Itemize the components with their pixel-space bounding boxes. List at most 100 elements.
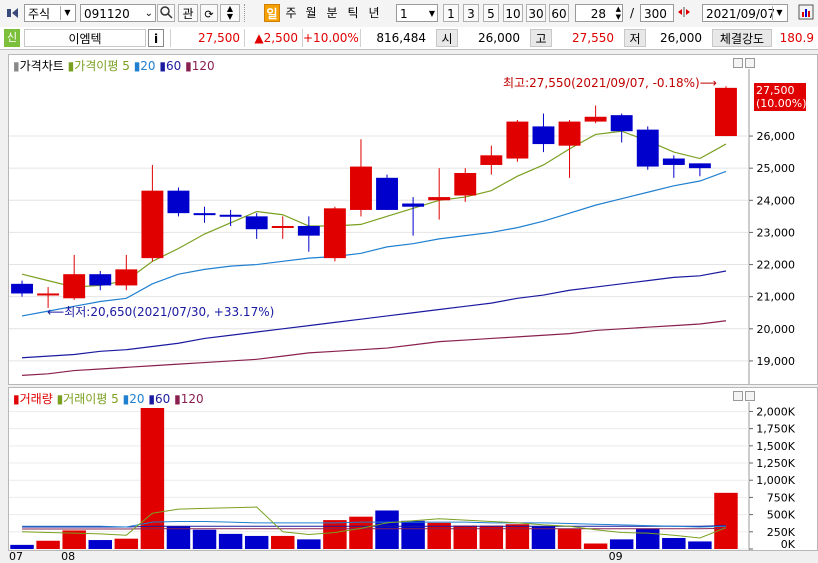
candle-body	[89, 274, 112, 286]
volume-bar	[36, 540, 60, 549]
current-price: 27,500	[170, 29, 244, 47]
arrow-left-icon: ⟵	[47, 305, 65, 319]
chart-icon	[798, 4, 814, 20]
bars-total-input[interactable]: 300	[640, 4, 674, 22]
period-tab-tick[interactable]: 틱	[346, 4, 360, 22]
chart-settings-button[interactable]	[798, 4, 816, 22]
y-tick-label: 1,500K	[756, 440, 795, 453]
last-price: 27,500	[756, 84, 795, 97]
y-tick-label: 22,000	[757, 259, 796, 272]
candle-body	[37, 293, 60, 296]
volume-bar	[531, 526, 556, 549]
y-tick-label: 25,000	[757, 162, 796, 175]
bars-shown-input[interactable]: 28 ▲ ▼	[575, 4, 623, 22]
menu-icon[interactable]	[6, 4, 20, 22]
count-5-button[interactable]: 5	[483, 4, 499, 22]
price-chart-panel: ▮가격차트 ▮가격이평 5 ▮20 ▮60 ▮120 19,000 20,000 2…	[8, 54, 818, 385]
volume-bar	[166, 526, 191, 549]
count-10-button[interactable]: 10	[503, 4, 523, 22]
count-3-button[interactable]: 3	[463, 4, 479, 22]
market-select[interactable]: 주식 ▼	[24, 4, 76, 22]
high-value: 27,550	[572, 31, 614, 45]
period-tab-minute[interactable]: 분	[325, 4, 339, 22]
chevron-down-icon[interactable]: ▼	[772, 6, 786, 20]
min-price-text: 최저:20,650(2021/07/30, +33.17%)	[64, 305, 275, 319]
y-tick-label: 750K	[767, 491, 796, 504]
chevron-down-icon[interactable]: ▼	[429, 5, 435, 23]
toolbar: 주식 ▼ 091120 ⌄ 관 ⟳ ▲ ▼ 일 주 월 분 틱 년 1 ▼ 1 3…	[0, 0, 818, 28]
candle-body	[558, 121, 581, 146]
volume-bar	[297, 539, 321, 549]
stock-name[interactable]: 이엠텍	[24, 29, 146, 47]
volume-bar	[557, 529, 582, 549]
strength-value: 180.9	[779, 31, 814, 45]
interval-value: 1	[400, 7, 408, 21]
count-1-button[interactable]: 1	[443, 4, 459, 22]
volume-bar	[10, 544, 34, 549]
period-tab-week[interactable]: 주	[284, 4, 298, 22]
separator	[244, 4, 246, 22]
info-button[interactable]: i	[148, 29, 164, 47]
candle-body	[115, 269, 138, 286]
interval-select[interactable]: 1 ▼	[396, 4, 438, 22]
candle-body	[506, 121, 529, 159]
volume-bar	[505, 524, 530, 549]
y-tick-label: 19,000	[757, 355, 796, 368]
spinner-icon: ▲ ▼	[226, 4, 234, 21]
period-tab-month[interactable]: 월	[304, 4, 318, 22]
volume-bar	[244, 535, 269, 549]
price-ma20-line	[21, 170, 727, 317]
credit-badge: 신	[4, 29, 20, 47]
candle-body	[480, 155, 503, 165]
last-price-tag: 27,500 (10.00%)	[754, 83, 807, 111]
volume-bar	[192, 529, 217, 549]
order-spinner[interactable]: ▲ ▼	[220, 4, 240, 22]
bars-toggle-button[interactable]	[676, 4, 696, 22]
y-tick-label: 0K	[781, 538, 796, 550]
candle-body	[584, 116, 607, 122]
volume-ma120-line	[22, 527, 726, 530]
price-chart[interactable]: 19,000 20,000 21,000 22,000 23,000 24,000 25,0…	[9, 55, 817, 384]
volume-bar	[218, 533, 243, 549]
expand-icon	[678, 7, 690, 17]
candle-body	[323, 208, 346, 259]
high-label: 고	[530, 29, 552, 47]
volume-bar	[375, 510, 399, 549]
volume-bar	[688, 541, 712, 549]
volume-bar	[401, 520, 425, 549]
volume-value: 816,484	[360, 29, 430, 47]
period-tab-day[interactable]: 일	[264, 4, 280, 22]
volume-bar	[714, 492, 738, 549]
period-tab-year[interactable]: 년	[367, 4, 381, 22]
code-input[interactable]: 091120 ⌄	[80, 4, 156, 22]
code-value: 091120	[84, 7, 130, 21]
candle-body	[297, 226, 320, 236]
spinner-icon[interactable]: ▲ ▼	[616, 5, 621, 21]
chevron-down-icon[interactable]: ▼	[60, 6, 74, 20]
change-rate: +10.00%	[302, 29, 359, 47]
count-30-button[interactable]: 30	[526, 4, 546, 22]
date-picker[interactable]: 2021/09/07 ▼	[702, 4, 788, 22]
volume-bar	[609, 539, 634, 549]
date-value: 2021/09/07	[706, 7, 776, 21]
quote-bar: 신 이엠텍 i 27,500 ▲2,500 +10.00% 816,484 시 …	[0, 27, 818, 50]
y-tick-label: 2,000K	[756, 405, 795, 418]
candle-body	[454, 172, 477, 196]
candle-body	[141, 190, 164, 259]
candle-body	[219, 214, 242, 217]
chevron-down-icon[interactable]: ⌄	[145, 5, 153, 23]
open-label: 시	[436, 29, 458, 47]
y-tick-label: 1,750K	[756, 423, 795, 436]
candle-body	[193, 213, 216, 216]
search-button[interactable]	[157, 4, 175, 22]
refresh-button[interactable]: ⟳	[200, 4, 218, 22]
volume-bar	[662, 537, 686, 549]
volume-bar	[583, 543, 608, 549]
volume-bar	[636, 528, 660, 549]
y-tick-label: 20,000	[757, 323, 796, 336]
candle-body	[376, 177, 398, 210]
volume-chart[interactable]: 0K250K 500K 750K 1,000K 1,250K 1,500K 1,750K 2,…	[9, 388, 817, 550]
y-tick-label: 500K	[767, 509, 796, 522]
watchlist-button[interactable]: 관	[178, 4, 198, 22]
count-60-button[interactable]: 60	[549, 4, 569, 22]
